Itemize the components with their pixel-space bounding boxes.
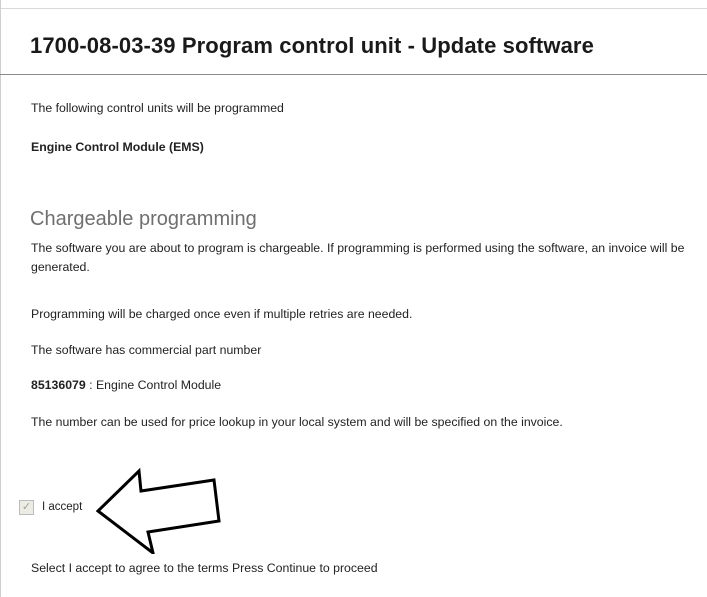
program-control-unit-page: 1700-08-03-39 Program control unit - Upd… [0, 0, 707, 597]
checkmark-icon: ✓ [21, 501, 32, 513]
part-number-line: 85136079 : Engine Control Module [31, 378, 221, 392]
part-number: 85136079 [31, 378, 86, 392]
retries-text: Programming will be charged once even if… [31, 307, 413, 321]
price-lookup-text: The number can be used for price lookup … [31, 415, 563, 429]
accept-checkbox[interactable]: ✓ [19, 500, 34, 515]
part-number-intro: The software has commercial part number [31, 343, 262, 357]
arrow-left-icon [96, 467, 221, 554]
chargeable-paragraph: The software you are about to program is… [31, 241, 685, 274]
part-description: : Engine Control Module [85, 378, 222, 392]
footer-instruction: Select I accept to agree to the terms Pr… [31, 561, 378, 575]
intro-text: The following control units will be prog… [31, 101, 284, 115]
arrow-shape [96, 467, 221, 554]
title-divider [0, 74, 707, 75]
accept-label[interactable]: I accept [42, 501, 82, 513]
page-title: 1700-08-03-39 Program control unit - Upd… [30, 33, 594, 58]
top-divider [0, 8, 707, 9]
left-border [0, 0, 1, 597]
control-unit-name: Engine Control Module (EMS) [31, 140, 204, 154]
chargeable-heading: Chargeable programming [30, 208, 257, 230]
